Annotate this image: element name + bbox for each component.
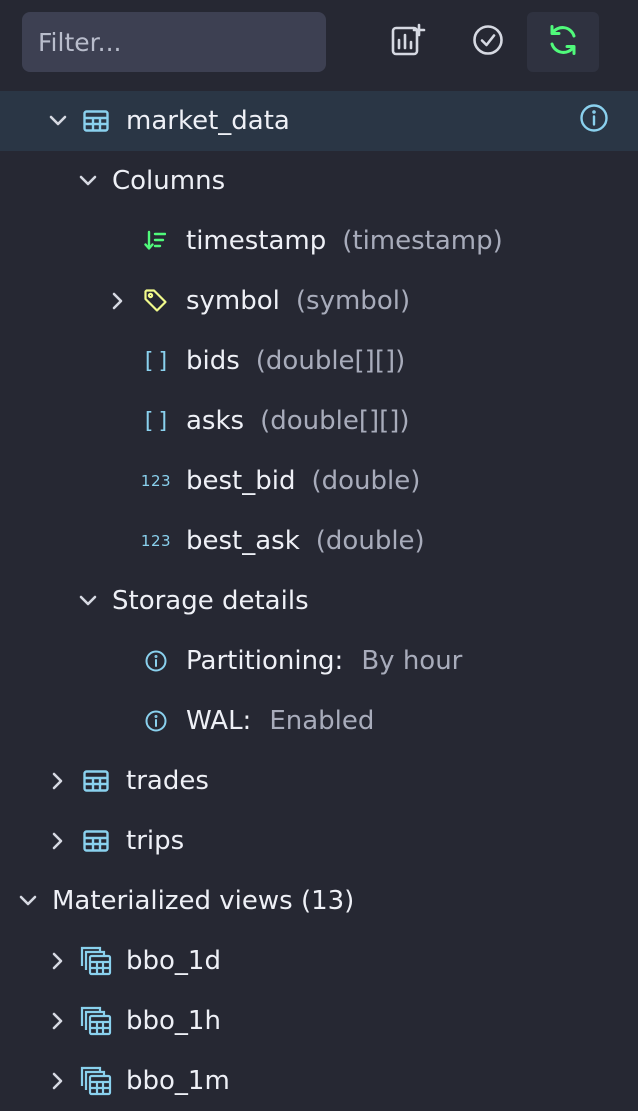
tree-column-best-ask[interactable]: 123 best_ask (double) [0, 511, 638, 571]
info-icon [579, 103, 609, 140]
column-type: (double) [315, 526, 425, 556]
chevron-right-icon[interactable] [46, 1051, 70, 1111]
tree-column-asks[interactable]: [] asks (double[][]) [0, 391, 638, 451]
table-icon [83, 811, 109, 871]
column-type: (double) [311, 466, 421, 496]
materialized-view-icon [80, 1051, 112, 1111]
chevron-right-icon[interactable] [106, 271, 130, 331]
toolbar [0, 0, 638, 90]
number-icon: 123 [140, 472, 172, 490]
table-info-button[interactable] [576, 91, 612, 151]
column-name: bids [186, 346, 240, 376]
add-chart-button[interactable] [372, 12, 444, 72]
column-name: best_bid [186, 466, 296, 496]
column-name: best_ask [186, 526, 300, 556]
info-icon [145, 631, 167, 691]
tree-column-timestamp[interactable]: timestamp (timestamp) [0, 211, 638, 271]
number-icon: 123 [140, 532, 172, 550]
info-icon [145, 691, 167, 751]
tree-table-trades[interactable]: trades [0, 751, 638, 811]
view-label: bbo_1m [126, 1066, 230, 1096]
group-label: Materialized views (13) [52, 886, 355, 916]
tree-view-bbo-1h[interactable]: bbo_1h [0, 991, 638, 1051]
array-icon: [] [141, 348, 173, 374]
chevron-right-icon[interactable] [46, 811, 70, 871]
refresh-button[interactable] [527, 12, 599, 72]
chevron-right-icon[interactable] [46, 751, 70, 811]
materialized-view-icon [80, 931, 112, 991]
validate-button[interactable] [452, 12, 524, 72]
chevron-right-icon[interactable] [46, 991, 70, 1051]
table-icon [83, 91, 109, 151]
tree-group-materialized-views[interactable]: Materialized views (13) [0, 871, 638, 931]
storage-key: WAL: [186, 706, 252, 736]
table-label: trades [126, 766, 209, 796]
column-name: symbol [186, 286, 280, 316]
column-type: (double[][]) [260, 406, 410, 436]
tag-icon [143, 271, 169, 331]
column-type: (timestamp) [342, 226, 503, 256]
view-label: bbo_1h [126, 1006, 221, 1036]
column-name: asks [186, 406, 245, 436]
chevron-down-icon[interactable] [76, 571, 100, 631]
add-chart-icon [390, 22, 426, 62]
check-circle-icon [471, 23, 505, 61]
tree-column-best-bid[interactable]: 123 best_bid (double) [0, 451, 638, 511]
view-label: bbo_1d [126, 946, 221, 976]
chevron-right-icon[interactable] [46, 931, 70, 991]
column-type: (symbol) [295, 286, 411, 316]
materialized-view-icon [80, 991, 112, 1051]
filter-input[interactable] [22, 12, 326, 72]
tree-column-symbol[interactable]: symbol (symbol) [0, 271, 638, 331]
refresh-icon [545, 22, 581, 62]
table-label: trips [126, 826, 185, 856]
storage-value: Enabled [269, 706, 375, 736]
group-label: Columns [112, 166, 226, 196]
tree-group-storage-details[interactable]: Storage details [0, 571, 638, 631]
chevron-down-icon[interactable] [76, 151, 100, 211]
column-type: (double[][]) [255, 346, 406, 376]
tree-view-bbo-1d[interactable]: bbo_1d [0, 931, 638, 991]
table-label: market_data [126, 106, 290, 136]
table-icon [83, 751, 109, 811]
tree-table-market-data[interactable]: market_data [0, 91, 638, 151]
tree-column-bids[interactable]: [] bids (double[][]) [0, 331, 638, 391]
chevron-down-icon[interactable] [46, 91, 70, 151]
tree-view-bbo-1m[interactable]: bbo_1m [0, 1051, 638, 1111]
chevron-down-icon[interactable] [16, 871, 40, 931]
column-name: timestamp [186, 226, 327, 256]
array-icon: [] [141, 408, 173, 434]
storage-value: By hour [361, 646, 463, 676]
tree-storage-wal: WAL: Enabled [0, 691, 638, 751]
group-label: Storage details [112, 586, 309, 616]
schema-tree: market_data Columns timestamp (timestamp) [0, 91, 638, 1111]
storage-key: Partitioning: [186, 646, 344, 676]
sort-designated-timestamp-icon [144, 211, 166, 271]
tree-group-columns[interactable]: Columns [0, 151, 638, 211]
tree-storage-partitioning: Partitioning: By hour [0, 631, 638, 691]
tree-table-trips[interactable]: trips [0, 811, 638, 871]
